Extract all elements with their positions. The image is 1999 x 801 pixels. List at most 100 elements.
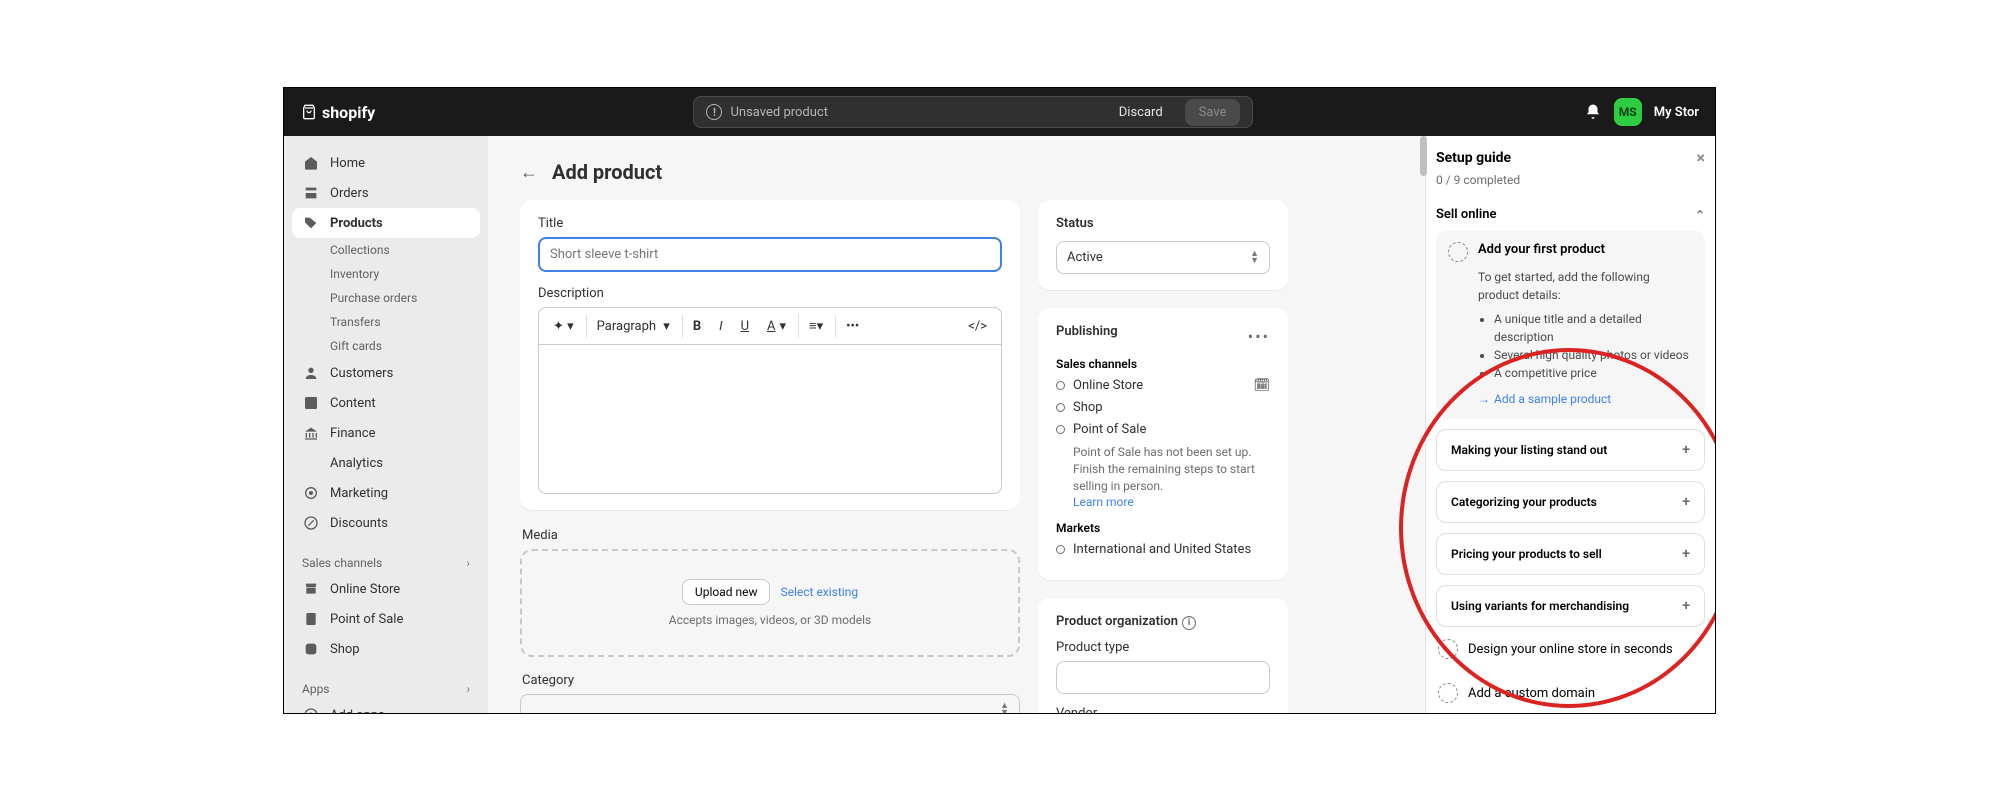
sidebar: Home Orders Products Collections Invento… xyxy=(284,136,488,713)
vendor-label: Vendor xyxy=(1056,706,1270,713)
card-product-org: Product organizationi Product type Vendo… xyxy=(1038,598,1288,713)
save-button[interactable]: Save xyxy=(1185,99,1241,126)
sidebar-channel-online-store[interactable]: Online Store xyxy=(292,574,480,604)
sidebar-section-sales-channels[interactable]: Sales channels› xyxy=(292,552,480,574)
underline-button[interactable]: U xyxy=(735,315,755,338)
image-icon xyxy=(302,394,320,412)
close-icon[interactable]: × xyxy=(1697,148,1706,167)
orders-icon xyxy=(302,184,320,202)
publishing-more-icon[interactable]: ••• xyxy=(1248,327,1270,346)
sidebar-channel-shop[interactable]: Shop xyxy=(292,634,480,664)
setup-guide-panel: Setup guide × 0 / 9 completed Sell online… xyxy=(1425,136,1715,713)
guide-step-add-product: Add your first product To get started, a… xyxy=(1436,230,1705,419)
target-icon xyxy=(302,484,320,502)
sidebar-item-analytics[interactable]: Analytics xyxy=(292,448,480,478)
pos-note: Point of Sale has not been set up. Finis… xyxy=(1073,444,1270,494)
guide-card-categorizing[interactable]: Categorizing your products+ xyxy=(1436,481,1705,523)
guide-row-design[interactable]: Design your online store in seconds xyxy=(1436,627,1705,671)
sidebar-item-products[interactable]: Products xyxy=(292,208,480,238)
top-bar: shopify ! Unsaved product Discard Save M… xyxy=(284,88,1715,136)
guide-section-sell-online[interactable]: Sell online⌃ xyxy=(1436,199,1705,230)
sidebar-sub-inventory[interactable]: Inventory xyxy=(292,262,480,286)
media-upload-zone[interactable]: Upload new Select existing Accepts image… xyxy=(520,549,1020,657)
sidebar-item-discounts[interactable]: Discounts xyxy=(292,508,480,538)
circle-icon xyxy=(1056,425,1065,434)
plus-icon: + xyxy=(1682,494,1690,510)
store-name[interactable]: My Stor xyxy=(1654,105,1699,120)
text-color-button[interactable]: A▾ xyxy=(761,315,792,338)
product-title-input[interactable] xyxy=(538,237,1002,272)
status-heading: Status xyxy=(1056,216,1270,231)
sidebar-add-apps[interactable]: Add apps xyxy=(292,700,480,713)
editor-toolbar: ✦ ▾ Paragraph ▾ B I U A▾ ≡▾ ••• </> xyxy=(538,307,1002,344)
main-content: ← Add product Title Description ✦ ▾ Para… xyxy=(488,136,1425,713)
upload-new-button[interactable]: Upload new xyxy=(682,579,771,605)
shopify-logo[interactable]: shopify xyxy=(300,103,375,122)
sidebar-sub-collections[interactable]: Collections xyxy=(292,238,480,262)
product-type-label: Product type xyxy=(1056,640,1270,655)
italic-button[interactable]: I xyxy=(713,315,728,338)
product-org-heading: Product organizationi xyxy=(1056,614,1270,630)
learn-more-link[interactable]: Learn more xyxy=(1073,495,1134,509)
channel-shop: Shop xyxy=(1056,400,1270,415)
chevron-right-icon: › xyxy=(466,682,470,696)
notifications-icon[interactable] xyxy=(1584,103,1602,121)
code-view-button[interactable]: </> xyxy=(962,315,993,338)
sidebar-item-orders[interactable]: Orders xyxy=(292,178,480,208)
step-circle-icon xyxy=(1438,683,1458,703)
sidebar-sub-transfers[interactable]: Transfers xyxy=(292,310,480,334)
context-bar: ! Unsaved product Discard Save xyxy=(693,96,1253,128)
bold-button[interactable]: B xyxy=(682,315,707,338)
market-intl: International and United States xyxy=(1056,542,1270,557)
page-title: Add product xyxy=(552,160,662,184)
card-status: Status Active▲▼ xyxy=(1038,200,1288,290)
publishing-heading: Publishing xyxy=(1056,324,1118,339)
sidebar-sub-gift-cards[interactable]: Gift cards xyxy=(292,334,480,358)
align-button[interactable]: ≡▾ xyxy=(798,314,829,338)
sidebar-item-finance[interactable]: Finance xyxy=(292,418,480,448)
guide-card-variants[interactable]: Using variants for merchandising+ xyxy=(1436,585,1705,627)
guide-title: Setup guide xyxy=(1436,150,1511,166)
scrollbar[interactable] xyxy=(1420,136,1427,176)
guide-card-listing[interactable]: Making your listing stand out+ xyxy=(1436,429,1705,471)
media-hint: Accepts images, videos, or 3D models xyxy=(540,613,1000,627)
card-title-description: Title Description ✦ ▾ Paragraph ▾ B I U … xyxy=(520,200,1020,510)
sales-channels-label: Sales channels xyxy=(1056,357,1270,371)
paragraph-select[interactable]: Paragraph ▾ xyxy=(586,315,676,338)
guide-row-domain[interactable]: Add a custom domain xyxy=(1436,671,1705,713)
discard-button[interactable]: Discard xyxy=(1105,99,1177,126)
circle-icon xyxy=(1056,403,1065,412)
markets-label: Markets xyxy=(1056,521,1270,535)
more-button[interactable]: ••• xyxy=(835,315,865,338)
sidebar-item-home[interactable]: Home xyxy=(292,148,480,178)
sidebar-sub-purchase-orders[interactable]: Purchase orders xyxy=(292,286,480,310)
alert-icon: ! xyxy=(706,104,722,120)
updown-icon: ▲▼ xyxy=(1000,703,1009,713)
product-type-input[interactable] xyxy=(1056,661,1270,694)
select-existing-button[interactable]: Select existing xyxy=(780,579,858,605)
plus-circle-icon xyxy=(302,706,320,713)
sidebar-channel-pos[interactable]: Point of Sale xyxy=(292,604,480,634)
ai-magic-icon[interactable]: ✦ ▾ xyxy=(547,315,580,338)
calendar-icon[interactable]: 🗓 xyxy=(1253,378,1270,393)
back-arrow-icon[interactable]: ← xyxy=(520,162,538,183)
sidebar-item-marketing[interactable]: Marketing xyxy=(292,478,480,508)
bullet: A competitive price xyxy=(1494,364,1693,382)
media-label: Media xyxy=(522,528,1020,543)
logo-text: shopify xyxy=(322,103,375,122)
card-publishing: Publishing••• Sales channels Online Stor… xyxy=(1038,308,1288,580)
info-icon[interactable]: i xyxy=(1182,616,1196,630)
sidebar-section-apps[interactable]: Apps› xyxy=(292,678,480,700)
status-select[interactable]: Active▲▼ xyxy=(1056,241,1270,274)
store-avatar[interactable]: MS xyxy=(1614,98,1642,126)
description-editor[interactable] xyxy=(538,344,1002,494)
sidebar-item-customers[interactable]: Customers xyxy=(292,358,480,388)
sidebar-item-content[interactable]: Content xyxy=(292,388,480,418)
shopify-bag-icon xyxy=(300,103,318,121)
add-sample-link[interactable]: → Add a sample product xyxy=(1478,392,1611,406)
step-title: Add your first product xyxy=(1478,242,1605,262)
bullet: Several high quality photos or videos xyxy=(1494,346,1693,364)
guide-card-pricing[interactable]: Pricing your products to sell+ xyxy=(1436,533,1705,575)
guide-progress: 0 / 9 completed xyxy=(1436,173,1705,187)
category-select[interactable]: ▲▼ xyxy=(520,694,1020,713)
